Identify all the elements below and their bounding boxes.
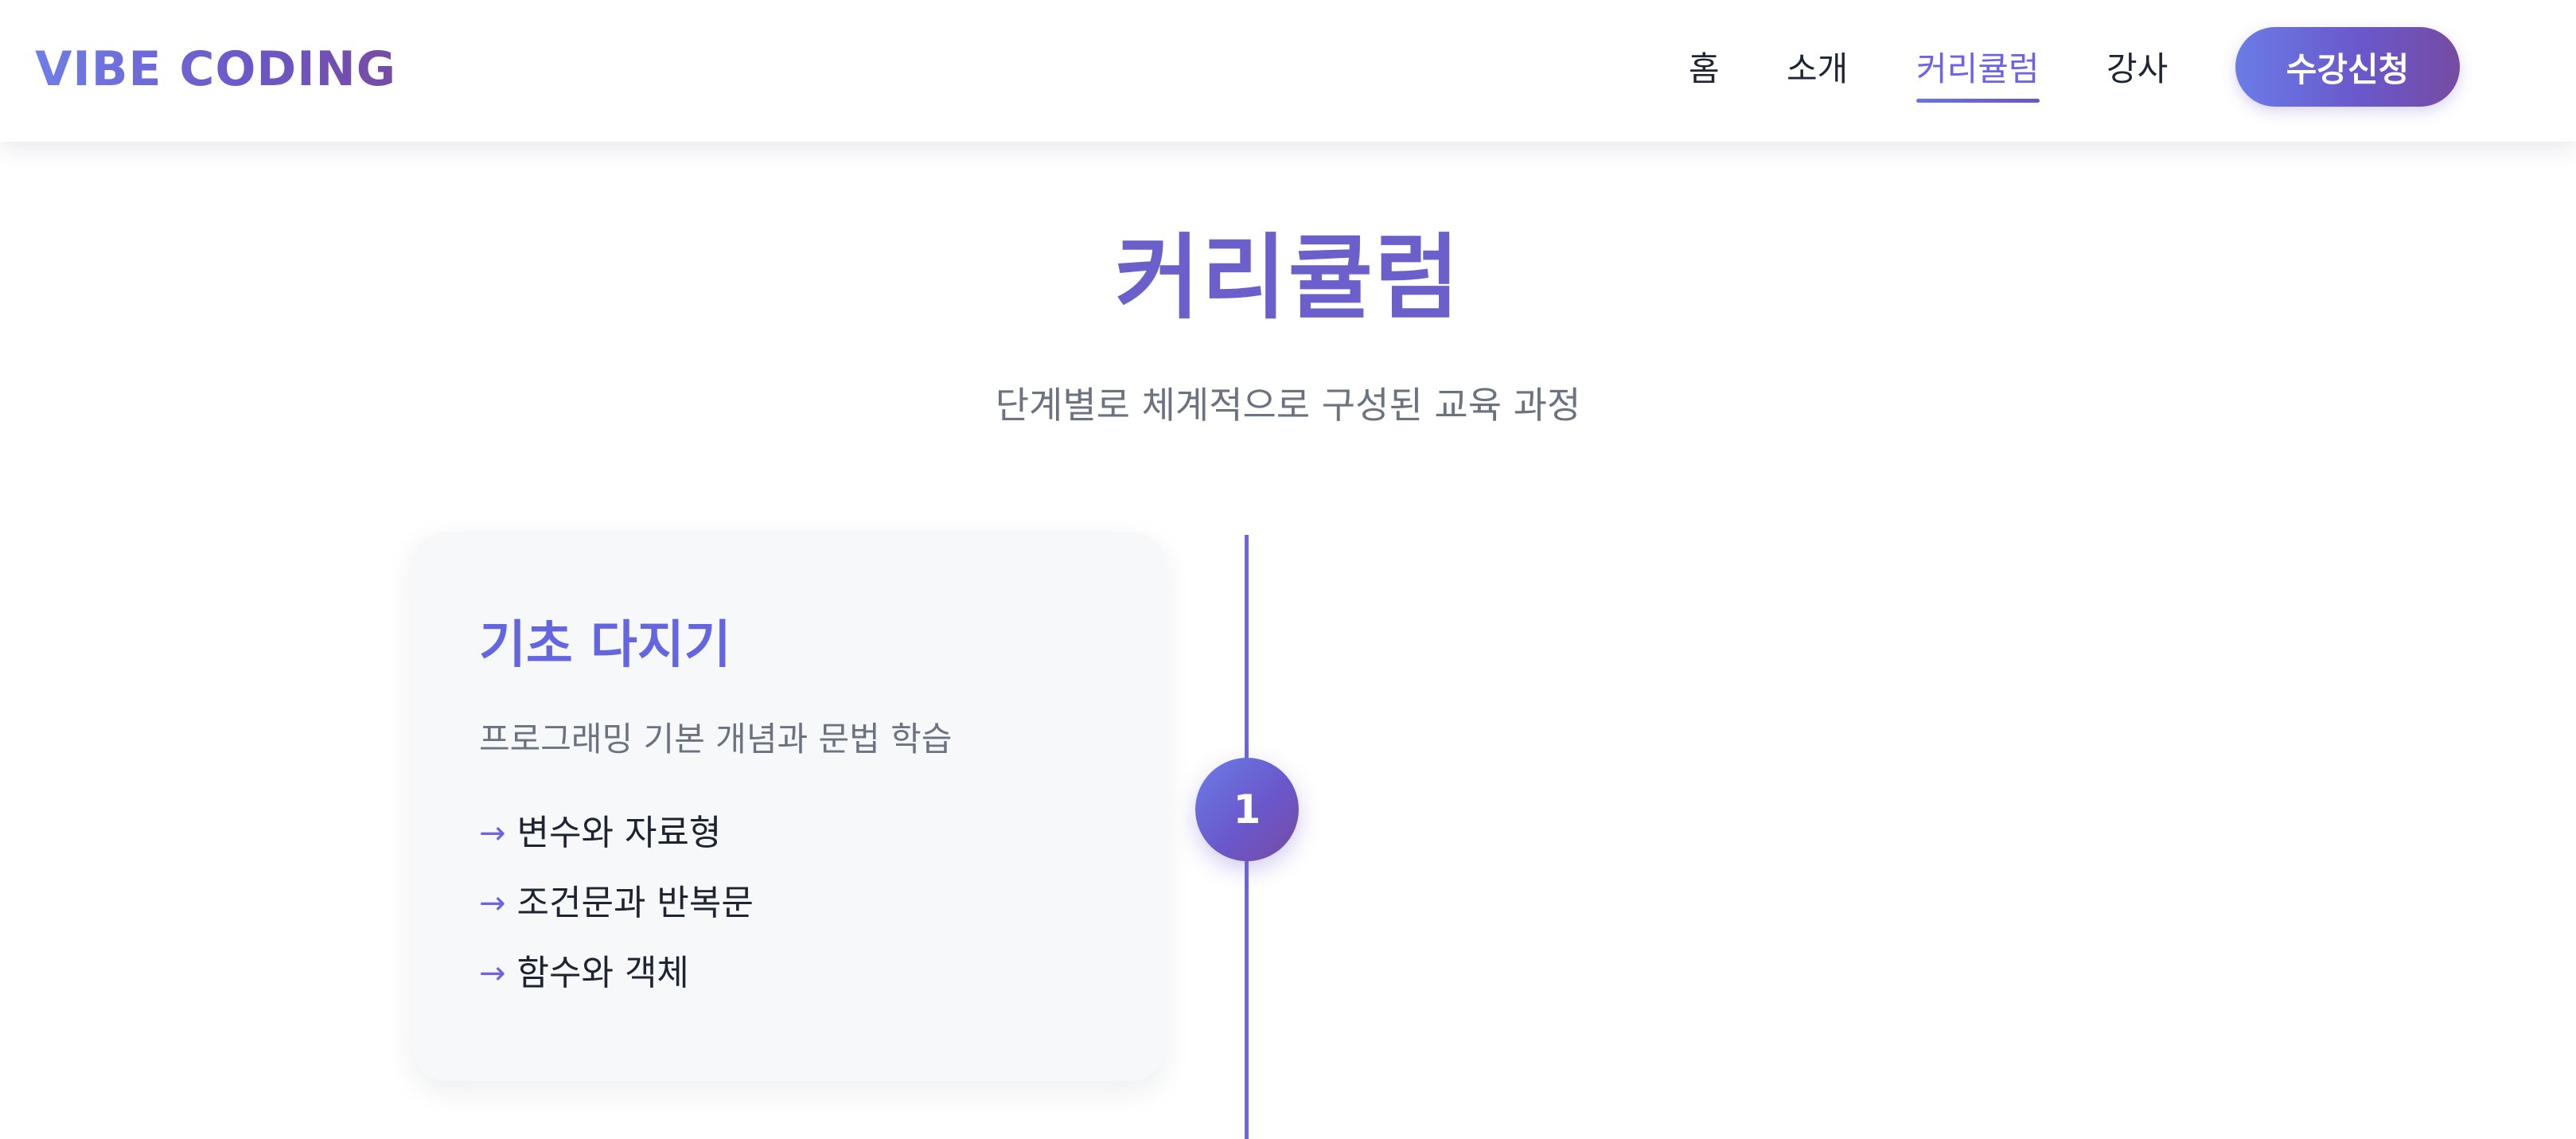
- card-title: 기초 다지기: [479, 616, 731, 675]
- nav-item-instructor[interactable]: 강사: [2106, 44, 2168, 95]
- page-title: 커리큘럼: [1115, 224, 1461, 332]
- card-description: 프로그래밍 기본 개념과 문법 학습: [479, 720, 953, 759]
- nav-item-home[interactable]: 홈: [1689, 44, 1720, 95]
- topic-item: → 함수와 객체: [479, 949, 754, 1019]
- topic-item: → 변수와 자료형: [479, 809, 754, 879]
- arrow-right-icon: →: [479, 815, 506, 852]
- topic-label: 변수와 자료형: [516, 813, 722, 853]
- step-number-badge: 1: [1195, 758, 1299, 861]
- topic-item: → 조건문과 반복문: [479, 879, 754, 949]
- topic-list: → 변수와 자료형 → 조건문과 반복문 → 함수와 객체: [479, 809, 754, 1019]
- nav-item-curriculum[interactable]: 커리큘럼: [1916, 44, 2040, 103]
- page-subtitle: 단계별로 체계적으로 구성된 교육 과정: [995, 384, 1581, 427]
- curriculum-card: 기초 다지기 프로그래밍 기본 개념과 문법 학습 → 변수와 자료형 → 조건…: [412, 532, 1165, 1081]
- nav-item-about[interactable]: 소개: [1787, 44, 1848, 95]
- enroll-button[interactable]: 수강신청: [2235, 27, 2460, 107]
- logo[interactable]: VIBE CODING: [35, 40, 396, 99]
- topic-label: 함수와 객체: [516, 953, 689, 993]
- arrow-right-icon: →: [479, 885, 506, 922]
- site-header: VIBE CODING 홈 소개 커리큘럼 강사 수강신청: [0, 0, 2576, 142]
- arrow-right-icon: →: [479, 955, 506, 992]
- topic-label: 조건문과 반복문: [516, 883, 754, 923]
